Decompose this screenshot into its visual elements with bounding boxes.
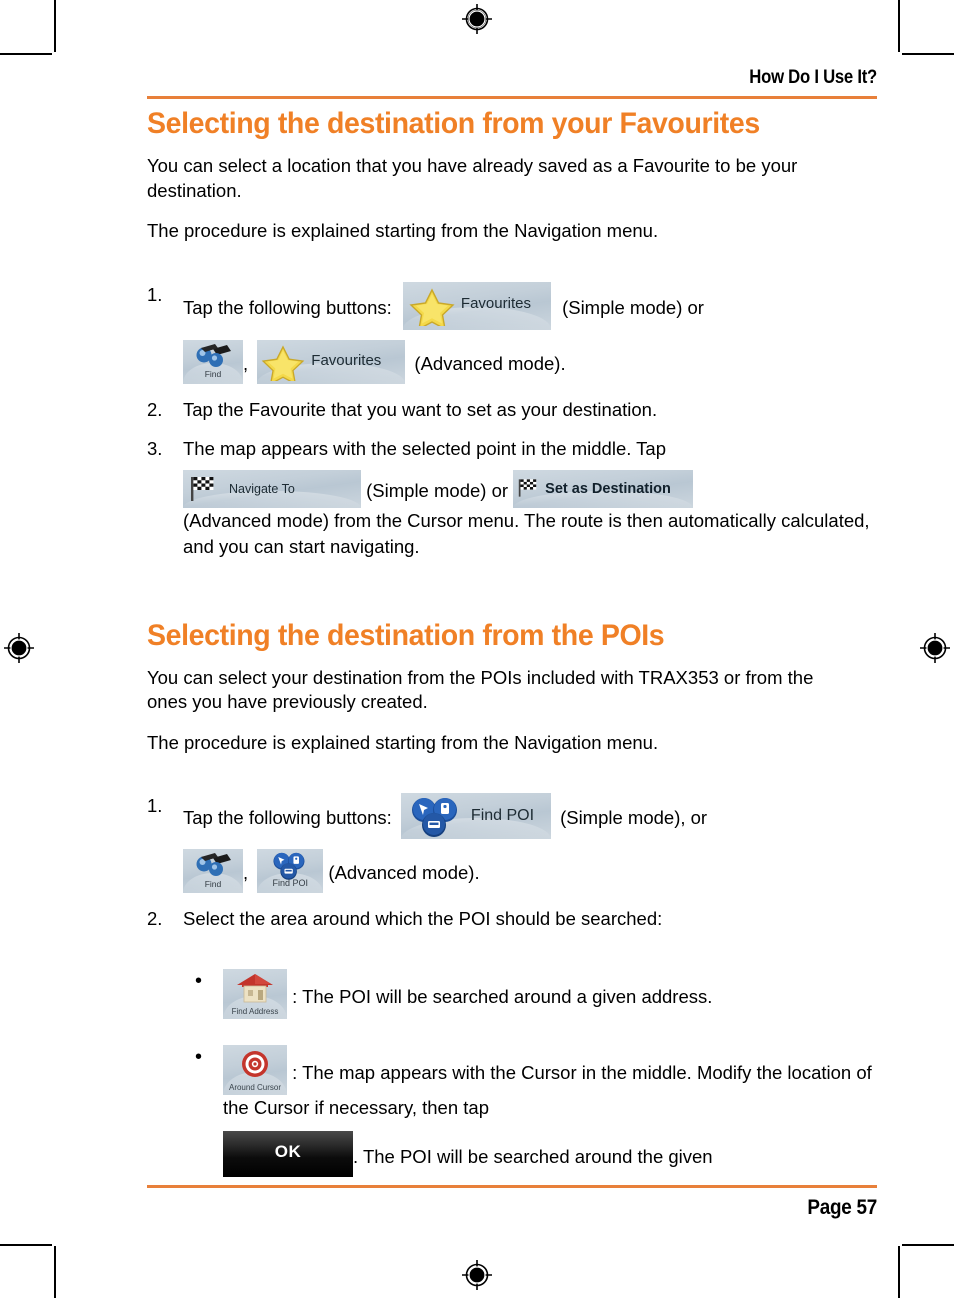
step-text: Select the area around which the POI sho… bbox=[183, 908, 663, 930]
list-item: • Find Address : The POI will be searche… bbox=[187, 969, 877, 1020]
section-2-procedure-note: The procedure is explained starting from… bbox=[147, 731, 659, 753]
crop-mark-top-left-horizontal bbox=[0, 53, 52, 55]
step-number: 1. bbox=[147, 795, 163, 817]
step-separator-comma: , bbox=[243, 862, 249, 884]
star-icon bbox=[409, 287, 455, 330]
step-text-after: (Advanced mode) from the Cursor menu. Th… bbox=[183, 510, 870, 558]
favourites-button-advanced[interactable]: Favourites bbox=[257, 339, 406, 384]
step-text-before: Tap the following buttons: bbox=[183, 807, 392, 829]
crop-mark-top-left-vertical bbox=[54, 0, 56, 52]
bullet-marker: • bbox=[195, 970, 203, 993]
step-separator-comma: , bbox=[243, 352, 249, 374]
find-poi-button-simple[interactable]: Find POI bbox=[400, 793, 551, 840]
step-text-after: (Advanced mode). bbox=[328, 862, 480, 884]
step-number: 1. bbox=[147, 283, 163, 305]
find-poi-small-button-label: Find POI bbox=[272, 878, 309, 889]
section-heading-favourites: Selecting the destination from your Favo… bbox=[147, 106, 760, 140]
section-heading-pois: Selecting the destination from the POIs bbox=[147, 618, 665, 652]
step-item: 2. Select the area around which the POI … bbox=[147, 906, 877, 932]
step-item: 1. Tap the following buttons: Find POI (… bbox=[147, 793, 877, 894]
header-rule bbox=[147, 95, 877, 99]
navigate-to-button-label: Navigate To bbox=[229, 482, 295, 497]
crop-mark-top-right-horizontal bbox=[902, 53, 954, 55]
list-item-text-after: . The POI will be searched around the gi… bbox=[353, 1145, 713, 1167]
page-number: Page 57 bbox=[807, 1196, 877, 1219]
section-2-steps: 1. Tap the following buttons: Find POI (… bbox=[147, 793, 877, 932]
star-icon bbox=[261, 344, 305, 384]
find-button-label: Find bbox=[204, 369, 222, 380]
find-button-advanced[interactable]: Find bbox=[183, 849, 243, 894]
step-text-after: (Advanced mode). bbox=[414, 352, 566, 374]
step-text-before: Tap the following buttons: bbox=[183, 296, 392, 318]
favourites-button-label: Favourites bbox=[460, 294, 531, 312]
step-text-mid: (Simple mode) or bbox=[562, 296, 704, 318]
step-number: 2. bbox=[147, 398, 163, 420]
ok-button-label: OK bbox=[274, 1141, 302, 1161]
section-1-procedure-note: The procedure is explained starting from… bbox=[147, 220, 659, 242]
step-number: 3. bbox=[147, 437, 163, 459]
set-as-destination-button[interactable]: Set as Destination bbox=[513, 470, 694, 509]
poi-area-options: • Find Address : The POI will be searche… bbox=[187, 969, 877, 1177]
find-button-label: Find bbox=[204, 879, 222, 890]
list-item-text-before: : The map appears with the Cursor in the… bbox=[223, 1062, 872, 1119]
around-cursor-button-label: Around Cursor bbox=[228, 1083, 282, 1093]
registration-mark-top bbox=[462, 4, 492, 34]
crop-mark-bottom-left-vertical bbox=[54, 1246, 56, 1298]
around-cursor-button[interactable]: Around Cursor bbox=[223, 1045, 287, 1096]
step-text-mid: (Simple mode), or bbox=[560, 807, 708, 829]
find-button-advanced[interactable]: Find bbox=[183, 339, 243, 384]
checkered-flag-icon bbox=[518, 477, 540, 506]
registration-mark-left bbox=[4, 633, 34, 663]
step-text-before: The map appears with the selected point … bbox=[183, 437, 667, 459]
find-poi-button-advanced[interactable]: Find POI bbox=[257, 849, 324, 894]
ok-button[interactable]: OK bbox=[223, 1130, 353, 1177]
step-text-mid: (Simple mode) or bbox=[366, 480, 509, 502]
step-number: 2. bbox=[147, 908, 163, 930]
favourites-button-label: Favourites bbox=[311, 351, 382, 369]
crop-mark-bottom-right-horizontal bbox=[902, 1244, 954, 1246]
registration-mark-bottom bbox=[462, 1260, 492, 1290]
page-content: How Do I Use It? Selecting the destinati… bbox=[147, 67, 877, 1190]
page-footer: Page 57 bbox=[147, 1185, 877, 1220]
bullet-marker: • bbox=[195, 1046, 203, 1069]
list-item-text: : The POI will be searched around a give… bbox=[292, 986, 713, 1008]
favourites-button-simple[interactable]: Favourites bbox=[402, 281, 551, 330]
section-2-intro-paragraph: You can select your destination from the… bbox=[147, 666, 814, 713]
registration-mark-right bbox=[920, 633, 950, 663]
crop-mark-bottom-left-horizontal bbox=[0, 1244, 52, 1246]
find-poi-button-label: Find POI bbox=[470, 807, 535, 825]
section-1-intro-paragraph: You can select a location that you have … bbox=[147, 155, 798, 201]
document-page: How Do I Use It? Selecting the destinati… bbox=[0, 0, 954, 1298]
checkered-flag-icon bbox=[190, 476, 218, 508]
footer-rule bbox=[147, 1185, 877, 1188]
step-item: 1. Tap the following buttons: Favourites… bbox=[147, 281, 877, 384]
step-text: Tap the Favourite that you want to set a… bbox=[183, 398, 658, 420]
running-header: How Do I Use It? bbox=[749, 67, 877, 88]
navigate-to-button[interactable]: Navigate To bbox=[183, 470, 361, 509]
step-item: 3. The map appears with the selected poi… bbox=[147, 436, 877, 561]
poi-group-icon bbox=[407, 797, 465, 839]
set-as-destination-button-label: Set as Destination bbox=[545, 481, 671, 498]
list-item: • Around Cursor : The map appears with t… bbox=[187, 1045, 877, 1177]
crop-mark-top-right-vertical bbox=[898, 0, 900, 52]
find-address-button-label: Find Address bbox=[231, 1007, 279, 1017]
step-item: 2. Tap the Favourite that you want to se… bbox=[147, 397, 877, 423]
find-address-button[interactable]: Find Address bbox=[223, 969, 287, 1020]
crop-mark-bottom-right-vertical bbox=[898, 1246, 900, 1298]
section-1-steps: 1. Tap the following buttons: Favourites… bbox=[147, 281, 877, 561]
